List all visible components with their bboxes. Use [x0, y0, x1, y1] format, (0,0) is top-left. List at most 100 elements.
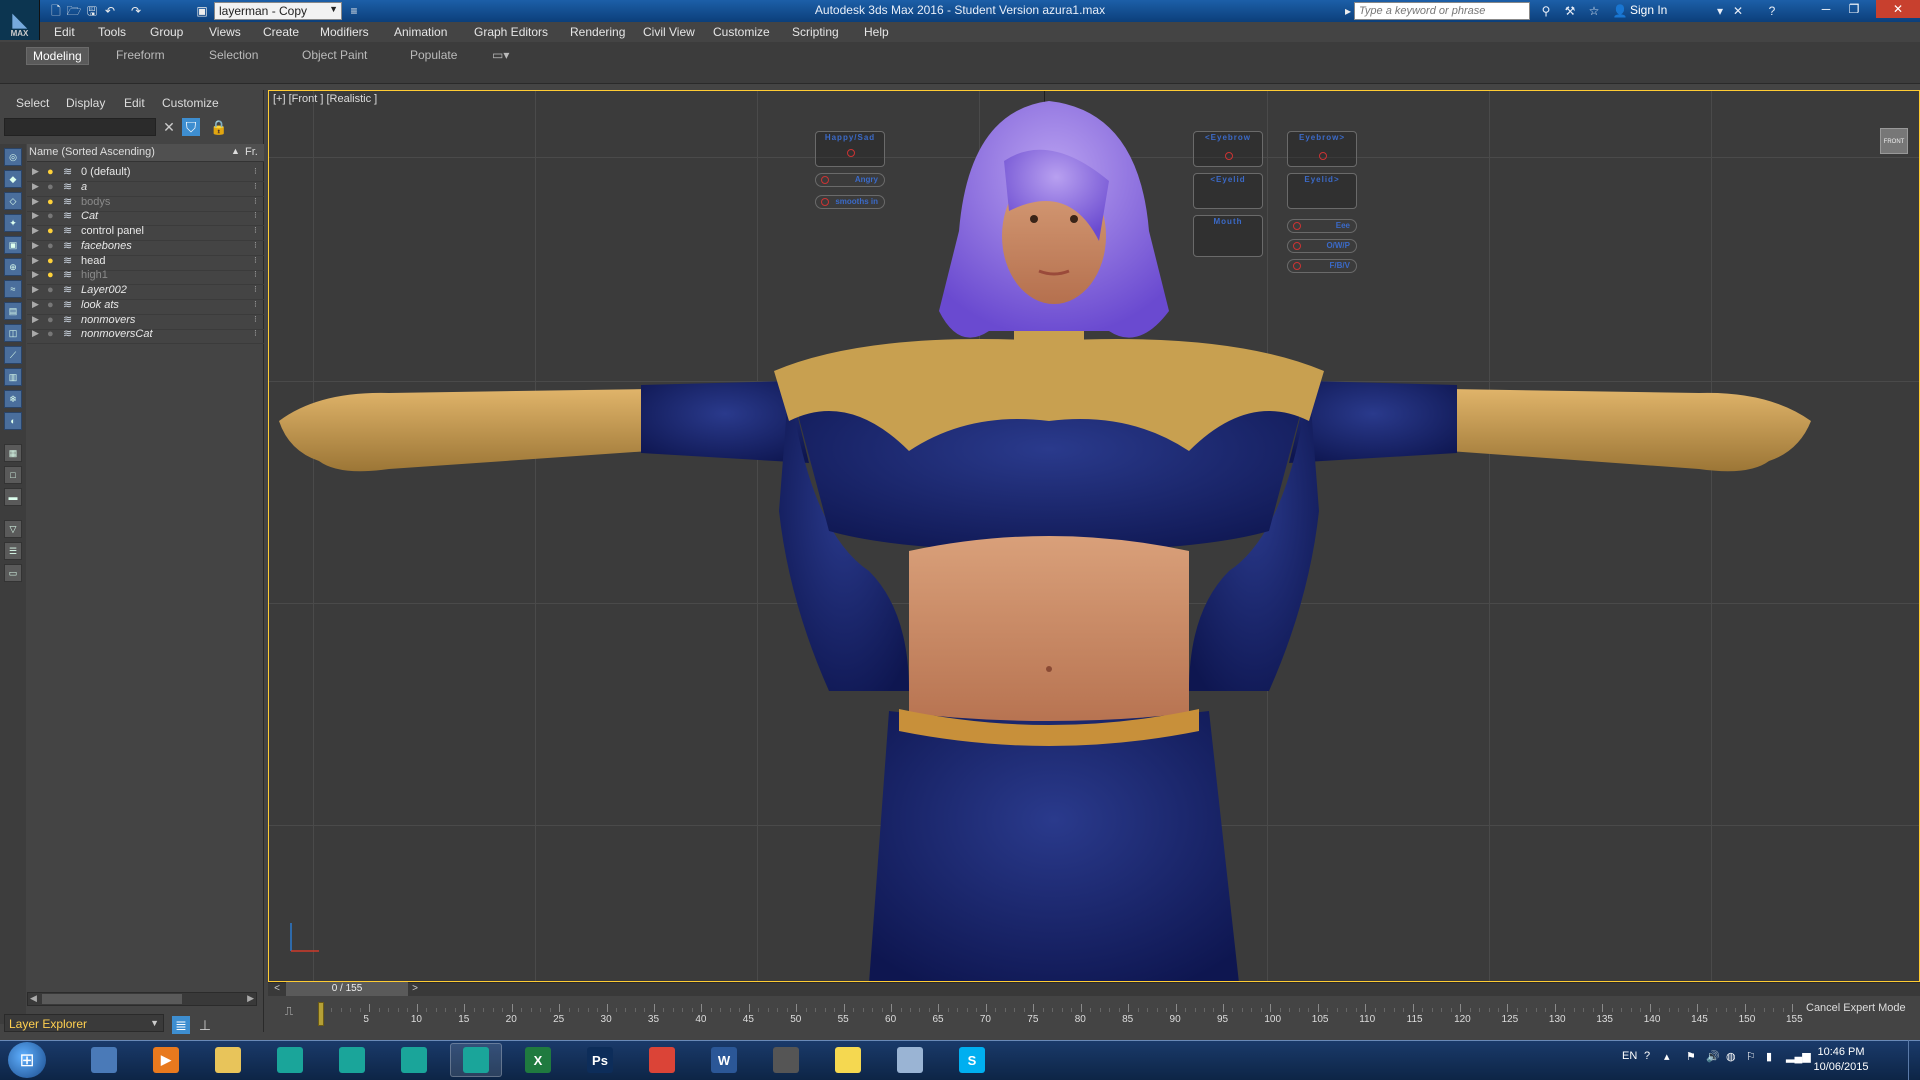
action-center-flag-icon[interactable]: ⚑ [1686, 1050, 1696, 1063]
control-fbv[interactable]: F/B/V [1287, 259, 1357, 273]
help-icon[interactable]: ? [1764, 3, 1780, 19]
freeze-icon[interactable]: ⁝ [254, 299, 257, 310]
select-all-icon[interactable]: ◎ [4, 148, 22, 166]
control-eyelid-left[interactable]: <Eyelid [1193, 173, 1263, 209]
menu-edit[interactable]: Edit [54, 25, 75, 39]
menu-help[interactable]: Help [864, 25, 889, 39]
scroll-thumb[interactable] [42, 994, 182, 1004]
freeze-icon[interactable]: ⁝ [254, 166, 257, 177]
layer-row[interactable]: ▶ ● ≋ nonmoversCat ⁝ [27, 326, 264, 345]
menu-group[interactable]: Group [150, 25, 183, 39]
control-mouth[interactable]: Mouth [1193, 215, 1263, 257]
layer-name[interactable]: nonmoversCat [81, 328, 153, 340]
menu-customize[interactable]: Customize [713, 25, 770, 39]
taskbar-app-photoshop[interactable]: Ps [574, 1043, 626, 1077]
binoculars-icon[interactable]: ⚲ [1538, 3, 1554, 19]
explorer-menu-display[interactable]: Display [66, 96, 105, 110]
layer-name[interactable]: control panel [81, 225, 144, 237]
taskbar-app-chrome[interactable] [636, 1043, 688, 1077]
tab-populate[interactable]: Populate [404, 47, 463, 63]
display-lights-icon[interactable]: ✦ [4, 214, 22, 232]
expand-arrow-icon[interactable]: ▶ [32, 210, 39, 221]
tab-modeling[interactable]: Modeling [26, 47, 89, 65]
signal-icon[interactable]: ▂▄▆ [1786, 1050, 1811, 1063]
display-influences-icon[interactable]: □ [4, 466, 22, 484]
control-eee[interactable]: Eee [1287, 219, 1357, 233]
lightbulb-off-icon[interactable]: ● [47, 284, 54, 296]
previous-frame-button[interactable]: < [270, 982, 284, 996]
taskbar-app-sticky-notes[interactable] [822, 1043, 874, 1077]
project-folder-icon[interactable]: ▣ [194, 3, 210, 19]
taskbar-app-game-pad[interactable] [760, 1043, 812, 1077]
control-handle[interactable] [847, 149, 855, 157]
control-handle[interactable] [1225, 152, 1233, 160]
network-globe-icon[interactable]: ◍ [1726, 1050, 1736, 1063]
favorites-star-icon[interactable]: ☆ [1586, 3, 1602, 19]
control-angry[interactable]: Angry [815, 173, 885, 187]
layer-name[interactable]: nonmovers [81, 314, 135, 326]
lightbulb-off-icon[interactable]: ● [47, 314, 54, 326]
front-viewport[interactable]: [+] [Front ] [Realistic ] Happy/Sad Angr… [268, 90, 1920, 982]
freeze-icon[interactable]: ⁝ [254, 284, 257, 295]
chevron-down-icon[interactable]: ▾ [1712, 3, 1728, 19]
exchange-x-icon[interactable]: ✕ [1730, 3, 1746, 19]
taskbar-clock[interactable]: 10:46 PM 10/06/2015 [1810, 1045, 1872, 1075]
layer-name[interactable]: Cat [81, 210, 98, 222]
layer-name[interactable]: Layer002 [81, 284, 127, 296]
power-icon[interactable]: ▮ [1766, 1050, 1772, 1063]
expand-arrow-icon[interactable]: ▶ [32, 255, 39, 266]
freeze-icon[interactable]: ⁝ [254, 269, 257, 280]
save-file-icon[interactable]: 🖫 [84, 3, 100, 19]
control-handle[interactable] [821, 176, 829, 184]
tab-selection[interactable]: Selection [203, 47, 264, 63]
lightbulb-off-icon[interactable]: ● [47, 240, 54, 252]
lightbulb-off-icon[interactable]: ● [47, 181, 54, 193]
layer-name[interactable]: high1 [81, 269, 108, 281]
time-slider-track[interactable] [268, 982, 1920, 996]
layer-filter-icon[interactable]: ☰ [4, 542, 22, 560]
character-model[interactable] [269, 91, 1920, 982]
expand-arrow-icon[interactable]: ▶ [32, 299, 39, 310]
taskbar-app-remote-desktop[interactable] [78, 1043, 130, 1077]
expand-arrow-icon[interactable]: ▶ [32, 240, 39, 251]
display-xrefs-icon[interactable]: ◫ [4, 324, 22, 342]
timeline-playhead[interactable] [318, 1002, 324, 1026]
control-eyelid-right[interactable]: Eyelid> [1287, 173, 1357, 209]
display-groups-icon[interactable]: ▤ [4, 302, 22, 320]
lightbulb-on-icon[interactable]: ● [47, 196, 54, 208]
freeze-icon[interactable]: ⁝ [254, 196, 257, 207]
layer-name[interactable]: a [81, 181, 87, 193]
ribbon-options-icon[interactable]: ▭▾ [486, 47, 515, 63]
control-handle[interactable] [821, 198, 829, 206]
column-freeze[interactable]: Fr. [245, 146, 258, 158]
taskbar-app-window-app[interactable] [884, 1043, 936, 1077]
control-handle[interactable] [1293, 242, 1301, 250]
display-hidden-icon[interactable]: ◐ [4, 412, 22, 430]
taskbar-app-maya[interactable] [388, 1043, 440, 1077]
layer-name[interactable]: look ats [81, 299, 119, 311]
explorer-type-dropdown[interactable]: Layer Explorer ▼ [4, 1014, 164, 1032]
expand-arrow-icon[interactable]: ▶ [32, 284, 39, 295]
menu-modifiers[interactable]: Modifiers [320, 25, 369, 39]
scroll-right-icon[interactable]: ▶ [247, 993, 254, 1004]
cancel-expert-mode-button[interactable]: Cancel Expert Mode [1806, 1002, 1906, 1014]
expand-arrow-icon[interactable]: ▶ [32, 166, 39, 177]
lightbulb-off-icon[interactable]: ● [47, 299, 54, 311]
layer-column-header[interactable]: Name (Sorted Ascending) ▲ Fr. [27, 144, 264, 162]
workspace-dropdown[interactable]: layerman - Copy ▼ [214, 2, 342, 20]
start-button[interactable]: ⊞ [8, 1042, 46, 1078]
expand-arrow-icon[interactable]: ▶ [32, 269, 39, 280]
taskbar-app-media-player[interactable]: ▶ [140, 1043, 192, 1077]
lightbulb-on-icon[interactable]: ● [47, 269, 54, 281]
menu-views[interactable]: Views [209, 25, 241, 39]
display-spacewarps-icon[interactable]: ≈ [4, 280, 22, 298]
freeze-icon[interactable]: ⁝ [254, 255, 257, 266]
control-eyebrow-left[interactable]: <Eyebrow [1193, 131, 1263, 167]
menu-scripting[interactable]: Scripting [792, 25, 839, 39]
tab-object-paint[interactable]: Object Paint [296, 47, 373, 63]
search-input[interactable]: Type a keyword or phrase [1354, 2, 1530, 20]
viewcube[interactable]: FRONT [1880, 128, 1908, 154]
tab-freeform[interactable]: Freeform [110, 47, 171, 63]
lightbulb-on-icon[interactable]: ● [47, 225, 54, 237]
layer-name[interactable]: bodys [81, 196, 110, 208]
